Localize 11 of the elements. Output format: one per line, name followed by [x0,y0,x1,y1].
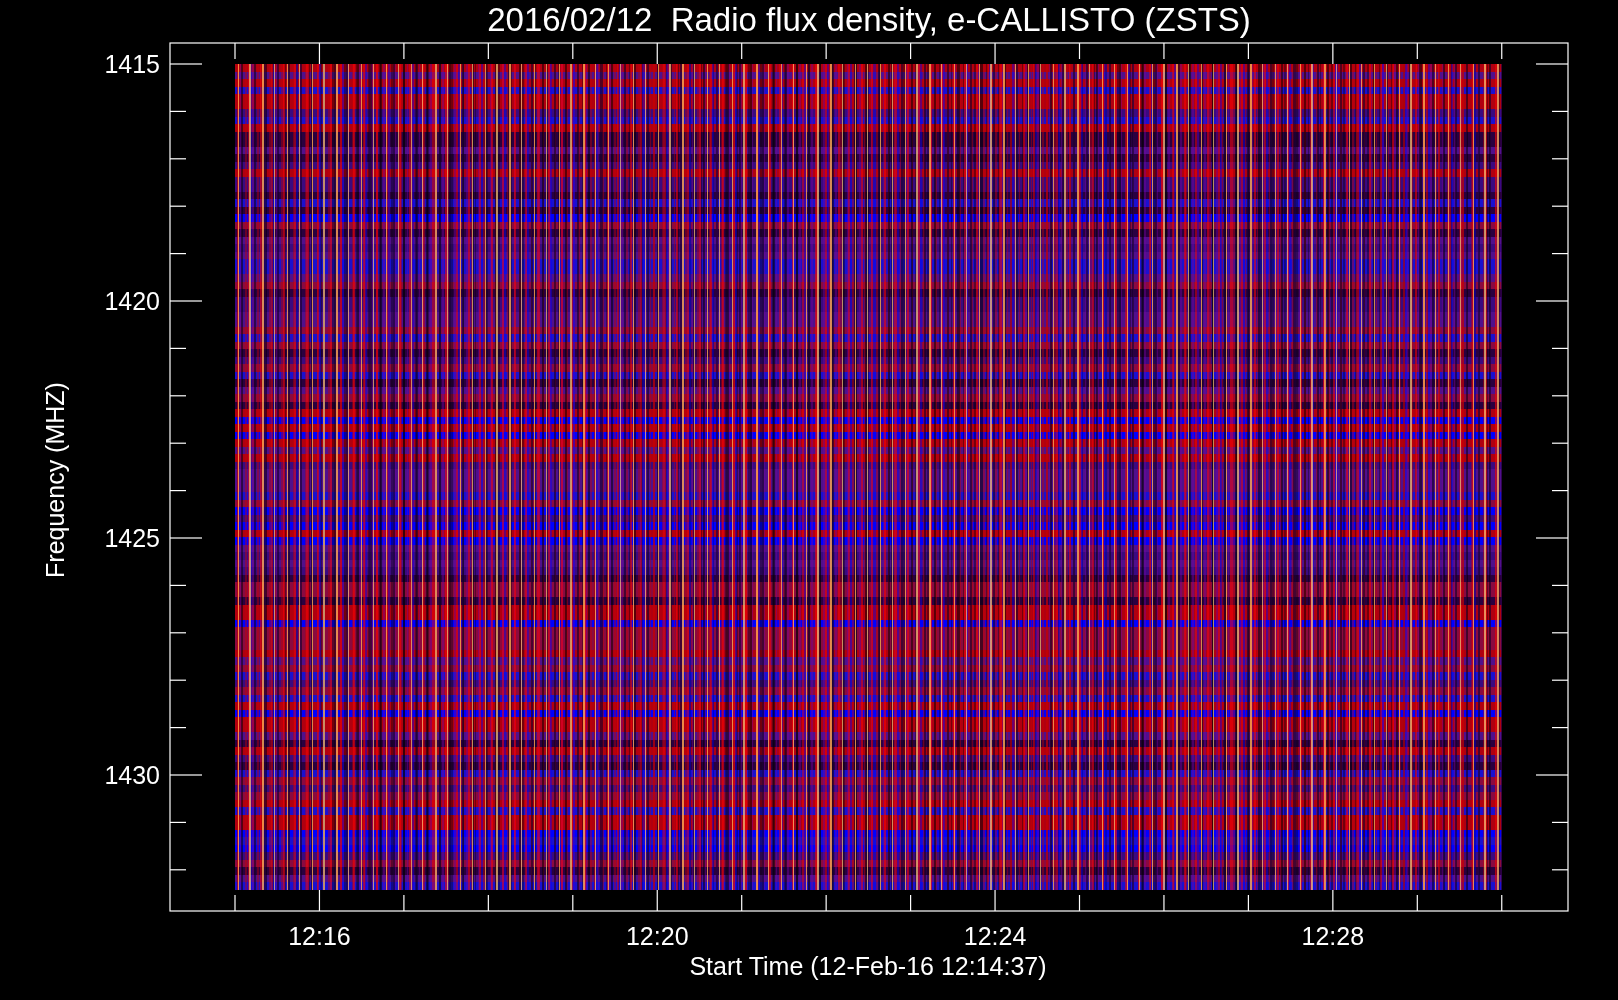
chart-title: 2016/02/12 Radio flux density, e-CALLISTO (ZSTS) [487,1,1251,38]
tick-label: 1430 [104,761,160,789]
tick-label: 12:28 [1301,922,1365,950]
axis-label: Frequency (MHZ) [41,382,69,578]
tick-label: 1420 [104,287,160,315]
tick-label: 12:24 [963,922,1027,950]
tick-label: 1415 [104,50,160,78]
tick-label: 12:20 [625,922,689,950]
tick-label: 12:16 [288,922,351,950]
tick-label: 1425 [104,524,160,552]
axis-label: Start Time (12-Feb-16 12:14:37) [689,952,1047,980]
